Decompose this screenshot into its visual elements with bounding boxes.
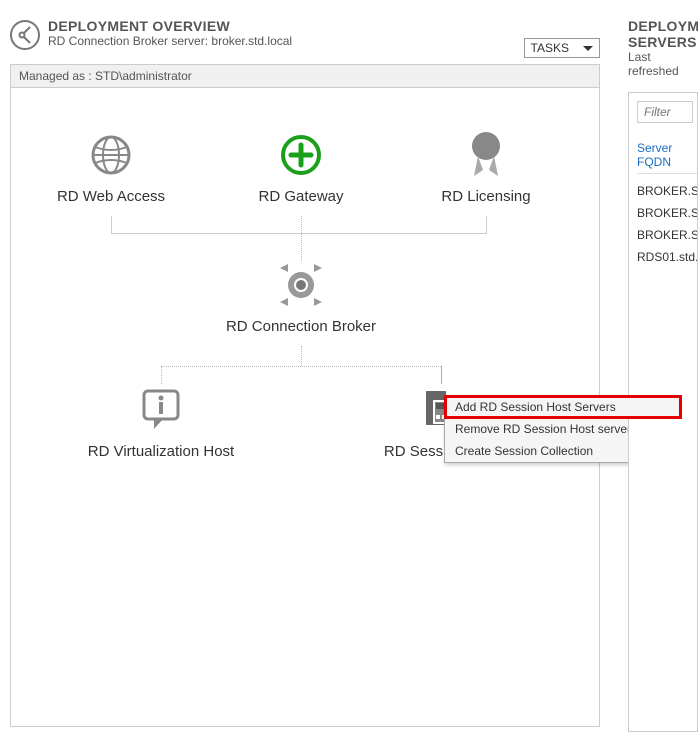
ribbon-icon — [396, 128, 576, 182]
server-filter-input[interactable] — [637, 101, 693, 123]
server-list: BROKER.STD BROKER.STD BROKER.STD RDS01.s… — [637, 180, 697, 268]
server-row[interactable]: RDS01.std.local — [637, 246, 697, 268]
node-label: RD Licensing — [396, 188, 576, 205]
tasks-label: TASKS — [531, 41, 569, 55]
overview-subtitle: RD Connection Broker server: broker.std.… — [48, 34, 516, 48]
node-rd-licensing[interactable]: RD Licensing — [396, 128, 576, 205]
node-label: RD Web Access — [21, 188, 201, 205]
node-rd-gateway[interactable]: RD Gateway — [211, 128, 391, 205]
info-bubble-icon — [71, 383, 251, 437]
node-rd-web-access[interactable]: RD Web Access — [21, 128, 201, 205]
node-label: RD Gateway — [211, 188, 391, 205]
node-label: RD Connection Broker — [211, 318, 391, 335]
server-column-header[interactable]: Server FQDN — [637, 141, 697, 174]
server-row[interactable]: BROKER.STD — [637, 180, 697, 202]
add-circle-icon — [211, 128, 391, 182]
node-label: RD Virtualization Host — [71, 443, 251, 460]
deployment-overview-panel: DEPLOYMENT OVERVIEW RD Connection Broker… — [10, 18, 600, 727]
servers-subtitle: Last refreshed — [628, 50, 698, 78]
chevron-down-icon — [583, 46, 593, 51]
servers-title: DEPLOYMENT SERVERS — [628, 18, 698, 50]
overview-icon — [10, 20, 40, 50]
globe-icon — [21, 128, 201, 182]
server-row[interactable]: BROKER.STD — [637, 224, 697, 246]
server-row[interactable]: BROKER.STD — [637, 202, 697, 224]
menu-add-session-host[interactable]: Add RD Session Host Servers — [444, 395, 682, 419]
node-rd-connection-broker[interactable]: RD Connection Broker — [211, 258, 391, 335]
node-rd-virtualization-host[interactable]: RD Virtualization Host — [71, 383, 251, 460]
broker-icon — [211, 258, 391, 312]
deployment-servers-panel: DEPLOYMENT SERVERS Last refreshed Server… — [628, 18, 698, 732]
overview-header: DEPLOYMENT OVERVIEW RD Connection Broker… — [10, 18, 600, 58]
overview-title: DEPLOYMENT OVERVIEW — [48, 18, 516, 34]
managed-as-bar: Managed as : STD\administrator — [10, 64, 600, 87]
tasks-dropdown[interactable]: TASKS — [524, 38, 600, 58]
